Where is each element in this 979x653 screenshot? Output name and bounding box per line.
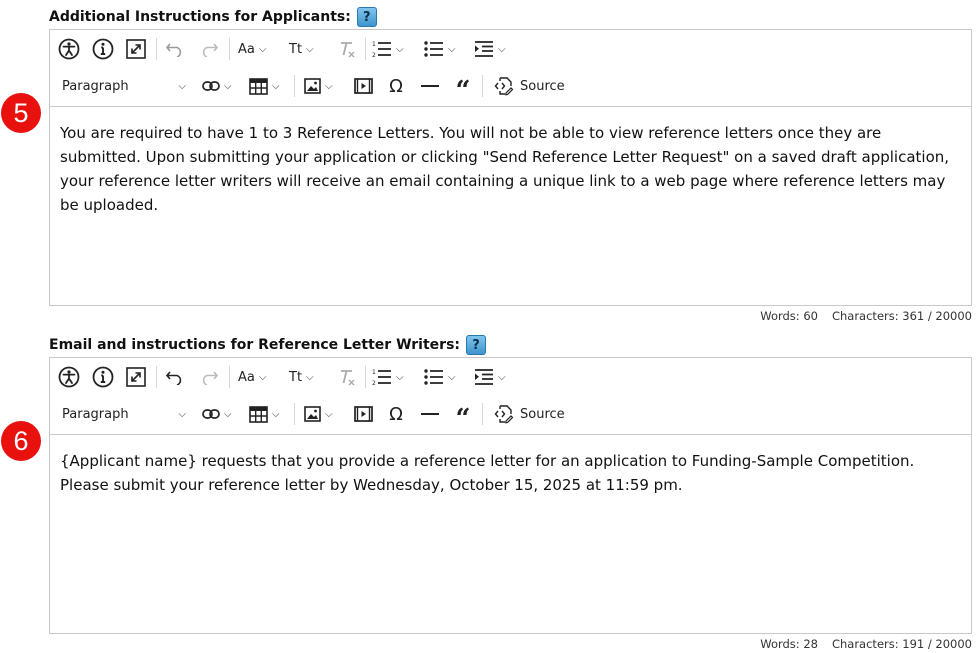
word-count: Words: 60 Characters: 361 / 20000: [760, 309, 972, 323]
field-label: Additional Instructions for Applicants: …: [49, 7, 377, 27]
fullscreen-icon[interactable]: [123, 362, 149, 392]
field-label: Email and instructions for Reference Let…: [49, 335, 487, 355]
field-label-text: Email and instructions for Reference Let…: [49, 337, 461, 353]
character-count-value: Characters: 191 / 20000: [831, 637, 972, 651]
source-button[interactable]: Source: [494, 399, 565, 429]
remove-format-icon[interactable]: [336, 34, 358, 64]
chevron-down-icon: ⌵: [396, 43, 404, 55]
chevron-down-icon: ⌵: [272, 80, 280, 92]
editor-content[interactable]: {Applicant name} requests that you provi…: [50, 435, 971, 507]
undo-icon[interactable]: [162, 34, 188, 64]
font-size-dropdown[interactable]: Tt ⌵: [289, 34, 314, 64]
blockquote-icon[interactable]: “: [452, 71, 474, 104]
source-label: Source: [520, 406, 565, 422]
horizontal-line-icon[interactable]: [418, 399, 442, 429]
numbered-list-dropdown[interactable]: 1 2 ⌵: [372, 34, 404, 64]
image-dropdown[interactable]: ⌵: [304, 399, 333, 429]
bulleted-list-dropdown[interactable]: ⌵: [424, 34, 456, 64]
chevron-down-icon: ⌵: [498, 43, 506, 55]
undo-icon[interactable]: [162, 362, 188, 392]
bulleted-list-dropdown[interactable]: ⌵: [424, 362, 456, 392]
link-dropdown[interactable]: ⌵: [202, 71, 232, 101]
info-icon[interactable]: [90, 362, 116, 392]
redo-icon[interactable]: [196, 362, 222, 392]
chevron-down-icon: ⌵: [325, 408, 333, 420]
font-family-icon: Aa: [238, 369, 255, 385]
chevron-down-icon: ⌵: [272, 408, 280, 420]
font-family-icon: Aa: [238, 41, 255, 57]
editor-content[interactable]: You are required to have 1 to 3 Referenc…: [50, 107, 971, 227]
info-icon[interactable]: [90, 34, 116, 64]
rich-text-editor: Aa ⌵ Tt ⌵ 1 2 ⌵ ⌵ ⌵ Paragraph ⌵ ⌵ ⌵ ⌵ Ω …: [49, 357, 972, 634]
chevron-down-icon: ⌵: [498, 371, 506, 383]
special-characters-icon[interactable]: Ω: [385, 399, 407, 429]
font-size-icon: Tt: [289, 369, 303, 385]
chevron-down-icon: ⌵: [258, 43, 267, 55]
block-format-label: Paragraph: [62, 406, 129, 422]
source-icon: [494, 77, 514, 96]
editor-toolbar: Aa ⌵ Tt ⌵ 1 2 ⌵ ⌵ ⌵ Paragraph ⌵ ⌵ ⌵ ⌵ Ω …: [50, 30, 971, 107]
chevron-down-icon: ⌵: [448, 371, 456, 383]
link-dropdown[interactable]: ⌵: [202, 399, 232, 429]
step-marker: 5: [1, 93, 41, 133]
svg-text:1: 1: [372, 369, 376, 376]
svg-text:2: 2: [372, 380, 376, 386]
image-dropdown[interactable]: ⌵: [304, 71, 333, 101]
accessibility-icon[interactable]: [56, 362, 82, 392]
accessibility-icon[interactable]: [56, 34, 82, 64]
character-count-value: Characters: 361 / 20000: [831, 309, 972, 323]
word-count: Words: 28 Characters: 191 / 20000: [760, 637, 972, 651]
block-format-dropdown[interactable]: Paragraph ⌵: [62, 399, 186, 429]
numbered-list-dropdown[interactable]: 1 2 ⌵: [372, 362, 404, 392]
blockquote-icon[interactable]: “: [452, 399, 474, 432]
rich-text-editor: Aa ⌵ Tt ⌵ 1 2 ⌵ ⌵ ⌵ Paragraph ⌵ ⌵ ⌵ ⌵ Ω …: [49, 29, 972, 306]
indent-dropdown[interactable]: ⌵: [474, 362, 506, 392]
font-family-dropdown[interactable]: Aa ⌵: [238, 34, 266, 64]
font-size-icon: Tt: [289, 41, 303, 57]
media-icon[interactable]: [352, 71, 374, 101]
horizontal-line-icon[interactable]: [418, 71, 442, 101]
editor-toolbar: Aa ⌵ Tt ⌵ 1 2 ⌵ ⌵ ⌵ Paragraph ⌵ ⌵ ⌵ ⌵ Ω …: [50, 358, 971, 435]
chevron-down-icon: ⌵: [325, 80, 333, 92]
chevron-down-icon: ⌵: [224, 408, 232, 420]
field-label-text: Additional Instructions for Applicants:: [49, 9, 351, 25]
source-button[interactable]: Source: [494, 71, 565, 101]
indent-dropdown[interactable]: ⌵: [474, 34, 506, 64]
chevron-down-icon: ⌵: [224, 80, 232, 92]
word-count-value: Words: 28: [760, 637, 818, 651]
help-icon[interactable]: ?: [356, 7, 377, 27]
redo-icon[interactable]: [196, 34, 222, 64]
svg-text:1: 1: [372, 41, 376, 48]
table-dropdown[interactable]: ⌵: [249, 399, 280, 429]
fullscreen-icon[interactable]: [123, 34, 149, 64]
remove-format-icon[interactable]: [336, 362, 358, 392]
chevron-down-icon: ⌵: [448, 43, 456, 55]
svg-text:2: 2: [372, 52, 376, 58]
source-label: Source: [520, 78, 565, 94]
font-size-dropdown[interactable]: Tt ⌵: [289, 362, 314, 392]
chevron-down-icon: ⌵: [306, 43, 314, 55]
block-format-dropdown[interactable]: Paragraph ⌵: [62, 71, 186, 101]
chevron-down-icon: ⌵: [178, 408, 186, 420]
source-icon: [494, 405, 514, 424]
help-icon[interactable]: ?: [466, 335, 487, 355]
step-marker: 6: [1, 421, 41, 461]
chevron-down-icon: ⌵: [396, 371, 404, 383]
special-characters-icon[interactable]: Ω: [385, 71, 407, 101]
word-count-value: Words: 60: [760, 309, 818, 323]
media-icon[interactable]: [352, 399, 374, 429]
chevron-down-icon: ⌵: [258, 371, 267, 383]
table-dropdown[interactable]: ⌵: [249, 71, 280, 101]
chevron-down-icon: ⌵: [306, 371, 314, 383]
chevron-down-icon: ⌵: [178, 80, 186, 92]
block-format-label: Paragraph: [62, 78, 129, 94]
font-family-dropdown[interactable]: Aa ⌵: [238, 362, 266, 392]
